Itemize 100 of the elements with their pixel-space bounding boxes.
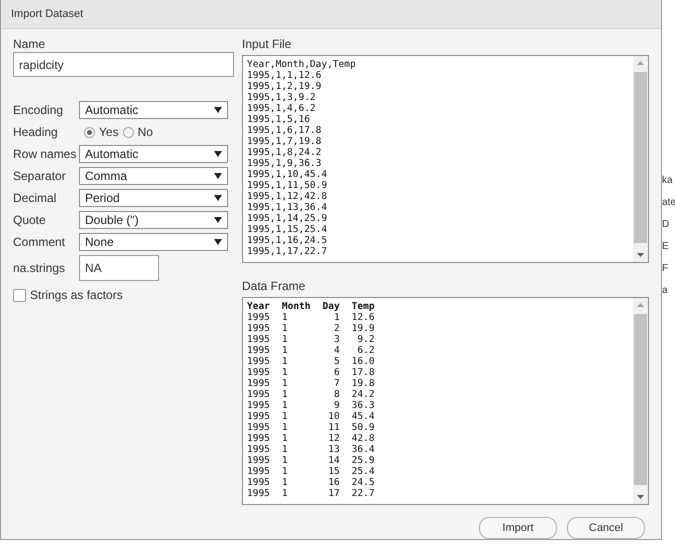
file-line: 1995,1,16,24.5 [247,235,328,246]
field-label: Heading [13,125,59,139]
file-line: 1995,1,1,12.6 [247,70,322,81]
table-cell-text: 1 [282,345,289,356]
table-cell-text: 19.9 [352,323,376,334]
scrollbar[interactable] [633,56,648,262]
column-header: Temp [352,301,376,312]
dropdown[interactable]: None [79,233,228,251]
table-cell-text: 1995 [247,444,271,455]
table-cell-text: 1995 [247,323,271,334]
scroll-down-icon[interactable] [637,495,644,499]
checkbox[interactable] [13,288,26,302]
checkbox-option[interactable]: Strings as factors [13,288,234,302]
table-cell-text: 13 [327,444,341,455]
table-cell-text: 50.9 [352,422,376,433]
table-cell-text: 1 [282,477,289,488]
field-label: Name [13,37,46,51]
table-cell-text: 1 [282,488,289,499]
field-label: Quote [13,213,47,227]
dropdown[interactable]: Period [79,189,228,207]
column-header: Month [282,301,312,312]
file-line: 1995,1,2,19.9 [247,81,322,92]
table-cell-text: 6 [332,367,341,378]
scroll-up-icon[interactable] [637,61,644,65]
table-cell-text: 24.2 [352,389,376,400]
scroll-up-icon[interactable] [637,303,644,307]
radio-icon[interactable] [84,126,95,138]
field-label: Comment [13,235,66,249]
table-cell-text: 1995 [247,488,271,499]
caret-icon [214,239,222,245]
background-text: D [662,218,670,232]
table-cell-text: 17.8 [352,367,376,378]
file-line: 1995,1,17,22.7 [247,246,328,257]
table-cell-text: 5 [332,356,341,367]
radio-icon[interactable] [122,126,134,138]
table-cell-text: 1995 [247,345,271,356]
scroll-down-icon[interactable] [637,253,644,257]
column-header: Day [322,301,341,312]
file-line: 1995,1,5,16 [247,114,311,125]
table-cell-text: 6.2 [356,345,376,356]
dropdown[interactable]: Automatic [79,145,228,163]
table-cell-text: 1995 [247,334,271,345]
file-line: 1995,1,15,25.4 [247,224,328,235]
table-cell-text: 1995 [247,400,271,411]
table-cell-text: 8 [332,389,341,400]
import-button[interactable]: Import [479,517,557,539]
table-cell-text: 25.4 [352,466,376,477]
table-cell-text: 24.5 [352,477,376,488]
table-cell-text: 9.2 [356,334,376,345]
caret-icon [214,151,222,157]
file-line: 1995,1,11,50.9 [247,180,328,191]
background-text: a [662,284,669,298]
table-cell-text: 1995 [247,433,271,444]
dropdown[interactable]: Double (") [79,211,228,229]
table-cell-text: 2 [332,323,341,334]
table-cell-text: 1995 [247,411,271,422]
dropdown[interactable]: Automatic [79,101,228,119]
field-label: Encoding [13,103,64,117]
background-text: E [662,240,670,254]
table-cell-text: 1995 [247,312,271,323]
field-label: na.strings [13,261,66,275]
text-field[interactable]: NA [79,255,159,281]
table-cell-text: 1 [282,389,289,400]
table-cell-text: 1 [282,323,289,334]
table-cell-text: 14 [327,455,341,466]
table-cell-text: 1995 [247,367,271,378]
column-header: Year [247,301,282,312]
table-cell-text: 25.9 [352,455,376,466]
table-cell-text: 11 [327,422,341,433]
file-line: 1995,1,12,42.8 [247,191,328,202]
background-text: F [662,262,670,276]
radio-option[interactable]: Yes [84,125,119,139]
file-line: 1995,1,4,6.2 [247,103,317,114]
table-cell-text: 19.8 [352,378,376,389]
radio-option[interactable]: No [122,125,153,139]
table-cell-text: 1 [282,466,289,477]
table-cell-text: 1 [282,356,289,367]
name-field[interactable]: rapidcity [13,52,234,77]
table-cell-text: 16 [327,477,341,488]
caret-icon [214,217,222,223]
table-cell-text: 1995 [247,455,271,466]
caret-icon [214,107,222,113]
table-cell-text: 1 [282,312,289,323]
table-cell-text: 1995 [247,389,271,400]
table-cell-text: 10 [327,411,341,422]
table-cell-text: 36.3 [352,400,376,411]
file-line: 1995,1,9,36.3 [247,158,322,169]
table-cell-text: 1995 [247,378,271,389]
file-line: 1995,1,6,17.8 [247,125,322,136]
table-cell-text: 1 [282,334,289,345]
scrollbar[interactable] [633,298,648,504]
caret-icon [214,195,222,201]
caret-icon [214,173,222,179]
file-line: 1995,1,10,45.4 [247,169,328,180]
section-label: Input File [242,37,292,51]
file-line: 1995,1,14,25.9 [247,213,328,224]
dropdown[interactable]: Comma [79,167,228,185]
table-cell-text: 1 [282,455,289,466]
cancel-button[interactable]: Cancel [567,517,645,539]
table-cell-text: 1 [282,422,289,433]
